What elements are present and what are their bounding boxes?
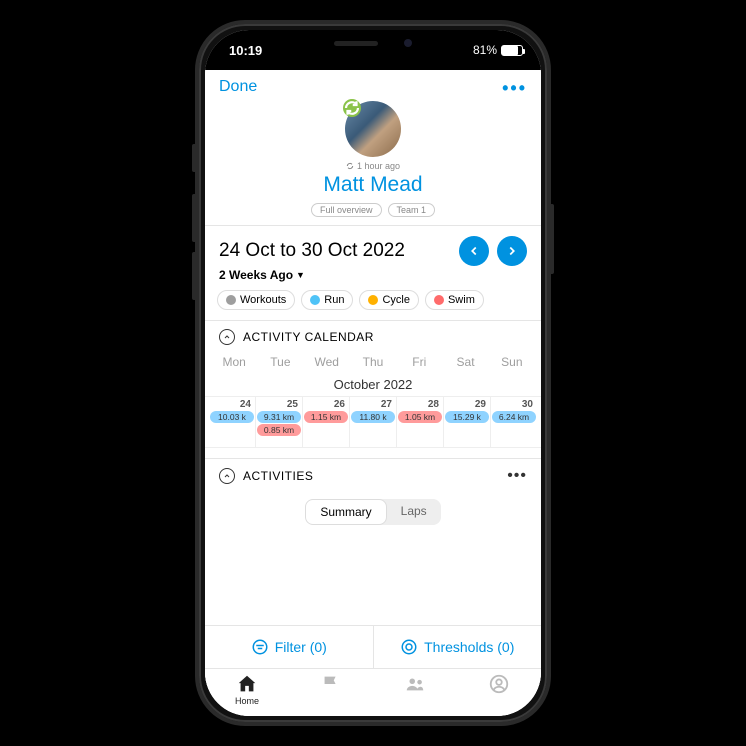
calendar-day[interactable]: 281.05 km <box>397 397 444 447</box>
prev-week-button[interactable] <box>459 236 489 266</box>
people-icon <box>404 673 426 695</box>
activity-pill[interactable]: 0.85 km <box>257 424 301 436</box>
tab-team[interactable] <box>373 673 457 706</box>
calendar-date-number: 24 <box>210 399 254 410</box>
chevron-up-icon <box>223 472 231 480</box>
sync-badge-icon <box>343 99 361 117</box>
calendar-day[interactable]: 2711.80 k <box>350 397 397 447</box>
tab-profile[interactable] <box>457 673 541 706</box>
chip-swim[interactable]: Swim <box>425 290 484 310</box>
more-actions-button[interactable]: ••• <box>502 78 527 99</box>
chip-workouts[interactable]: Workouts <box>217 290 295 310</box>
overview-pill[interactable]: Full overview <box>311 203 382 217</box>
flag-icon <box>320 673 342 695</box>
activity-pill[interactable]: 6.24 km <box>492 411 536 423</box>
last-sync-label: 1 hour ago <box>357 161 400 171</box>
tab-races[interactable] <box>289 673 373 706</box>
filter-button[interactable]: Filter (0) <box>205 626 374 668</box>
battery-percent: 81% <box>473 43 497 57</box>
target-icon <box>400 638 418 656</box>
done-button[interactable]: Done <box>219 78 257 96</box>
team-pill[interactable]: Team 1 <box>388 203 436 217</box>
calendar-date-number: 25 <box>257 399 301 410</box>
collapse-activities-button[interactable] <box>219 468 235 484</box>
calendar-week-grid: 2410.03 k259.31 km0.85 km261.15 km2711.8… <box>205 396 541 448</box>
activity-pill[interactable]: 11.80 k <box>351 411 395 423</box>
calendar-date-number: 27 <box>351 399 395 410</box>
weeks-ago-dropdown[interactable]: 2 Weeks Ago▼ <box>205 268 541 290</box>
date-range-label: 24 Oct to 30 Oct 2022 <box>219 240 451 262</box>
activities-more-button[interactable]: ••• <box>507 467 527 485</box>
weekday-label: Fri <box>396 355 442 369</box>
swim-dot-icon <box>434 295 444 305</box>
calendar-date-number: 28 <box>398 399 442 410</box>
chevron-left-icon <box>467 244 481 258</box>
run-dot-icon <box>310 295 320 305</box>
next-week-button[interactable] <box>497 236 527 266</box>
calendar-section-title: ACTIVITY CALENDAR <box>243 330 374 344</box>
home-icon <box>236 673 258 695</box>
profile-icon <box>488 673 510 695</box>
tab-home[interactable]: Home <box>205 673 289 706</box>
weekday-label: Sat <box>442 355 488 369</box>
activity-pill[interactable]: 1.05 km <box>398 411 442 423</box>
activity-pill[interactable]: 1.15 km <box>304 411 348 423</box>
calendar-date-number: 30 <box>492 399 536 410</box>
calendar-day[interactable]: 261.15 km <box>303 397 350 447</box>
calendar-day[interactable]: 306.24 km <box>491 397 537 447</box>
weekday-label: Thu <box>350 355 396 369</box>
tab-laps[interactable]: Laps <box>387 499 441 525</box>
cycle-dot-icon <box>368 295 378 305</box>
calendar-date-number: 29 <box>445 399 489 410</box>
profile-name[interactable]: Matt Mead <box>323 173 422 197</box>
chip-cycle[interactable]: Cycle <box>359 290 419 310</box>
tab-summary[interactable]: Summary <box>305 499 386 525</box>
calendar-date-number: 26 <box>304 399 348 410</box>
caret-down-icon: ▼ <box>296 270 305 280</box>
battery-icon <box>501 45 523 56</box>
weekday-label: Tue <box>257 355 303 369</box>
chevron-right-icon <box>505 244 519 258</box>
filter-icon <box>251 638 269 656</box>
workouts-dot-icon <box>226 295 236 305</box>
weekday-label: Sun <box>489 355 535 369</box>
weekday-header: MonTueWedThuFriSatSun <box>205 353 541 371</box>
activities-section-title: ACTIVITIES <box>243 469 313 483</box>
month-label: October 2022 <box>205 371 541 396</box>
refresh-icon <box>346 162 354 170</box>
chip-run[interactable]: Run <box>301 290 353 310</box>
calendar-day[interactable]: 259.31 km0.85 km <box>256 397 303 447</box>
weekday-label: Mon <box>211 355 257 369</box>
calendar-day[interactable]: 2915.29 k <box>444 397 491 447</box>
activity-pill[interactable]: 15.29 k <box>445 411 489 423</box>
activity-pill[interactable]: 10.03 k <box>210 411 254 423</box>
collapse-calendar-button[interactable] <box>219 329 235 345</box>
weekday-label: Wed <box>304 355 350 369</box>
activity-pill[interactable]: 9.31 km <box>257 411 301 423</box>
chevron-up-icon <box>223 333 231 341</box>
calendar-day[interactable]: 2410.03 k <box>209 397 256 447</box>
thresholds-button[interactable]: Thresholds (0) <box>374 626 542 668</box>
